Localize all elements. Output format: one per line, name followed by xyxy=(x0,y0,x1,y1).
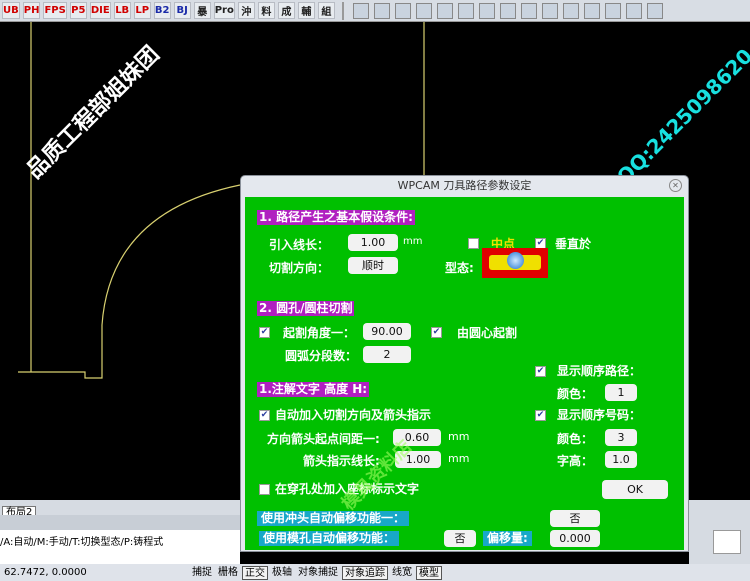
toolbar-separator xyxy=(341,1,344,20)
section3-header: 1.注解文字 高度 H: xyxy=(257,382,370,397)
auto-arrow-label: 自动加入切割方向及箭头指示 xyxy=(275,408,432,422)
dialog-title: WPCAM 刀具路径参数设定 xyxy=(397,179,532,192)
toolbar-tool-icon[interactable] xyxy=(394,2,411,19)
toolpath-params-dialog: WPCAM 刀具路径参数设定 ✕ 1. 路径产生之基本假设条件: 引入线长： 1.… xyxy=(240,175,689,552)
type-button[interactable] xyxy=(482,248,548,278)
punch-offset-label: 使用冲头自动偏移功能一： xyxy=(257,511,410,526)
auto-arrow-checkbox[interactable]: ✔ xyxy=(259,410,270,421)
start-angle-checkbox[interactable]: ✔ xyxy=(259,327,270,338)
toolbar-tool-icon[interactable] xyxy=(604,2,621,19)
toolbar-button[interactable]: Pro xyxy=(213,2,235,19)
toolbar-button[interactable]: 成 xyxy=(277,2,295,19)
status-toggle-button[interactable]: 正交 xyxy=(242,565,268,580)
midpoint-checkbox[interactable] xyxy=(468,238,479,249)
toolbar-button[interactable]: UB xyxy=(2,2,20,19)
toolbar-tool-icon[interactable] xyxy=(373,2,390,19)
toolbar-button[interactable]: 輔 xyxy=(297,2,315,19)
status-toggle-button[interactable]: 模型 xyxy=(416,565,442,580)
toolbar-tool-icon[interactable] xyxy=(541,2,558,19)
toolbar-tool-icon[interactable] xyxy=(478,2,495,19)
toolbar-button[interactable]: B2 xyxy=(153,2,171,19)
offset-amount-input[interactable]: 0.000 xyxy=(550,530,600,547)
toolbar-tool-icon[interactable] xyxy=(583,2,600,19)
layout-tabs-bar: 布局2 xyxy=(0,500,240,519)
toolbar-tool-icon[interactable] xyxy=(415,2,432,19)
status-toggle-button[interactable]: 线宽 xyxy=(390,566,414,580)
leadin-input[interactable]: 1.00 xyxy=(348,234,398,251)
command-line[interactable]: /A:自动/M:手动/T:切换型态/P:铸程式 xyxy=(0,530,240,564)
toolbar-tool-icon[interactable] xyxy=(457,2,474,19)
perpendicular-label: 垂直於 xyxy=(555,237,592,251)
toolbar-button[interactable]: 沖 xyxy=(237,2,255,19)
toolbar-tool-icon[interactable] xyxy=(499,2,516,19)
toolbar-button[interactable]: DIE xyxy=(89,2,111,19)
toolbar-button[interactable]: LP xyxy=(133,2,151,19)
status-toggle-button[interactable]: 栅格 xyxy=(216,566,240,580)
arrow-length-unit: mm xyxy=(448,452,470,465)
status-toggle-button[interactable]: 极轴 xyxy=(270,566,294,580)
color1-input[interactable]: 1 xyxy=(605,384,637,401)
toolbar-tool-icon[interactable] xyxy=(625,2,642,19)
toolbar-button[interactable]: 組 xyxy=(317,2,335,19)
text-height-label: 字高： xyxy=(557,454,594,468)
toolbar: UB PH FPS P5 DIE LB LP B2 BJ 暴 Pro 沖料成輔組 xyxy=(0,0,750,22)
from-center-label: 由圆心起割 xyxy=(457,326,518,340)
die-offset-button[interactable]: 否 xyxy=(444,530,476,547)
color2-label: 颜色： xyxy=(557,432,594,446)
toolbar-tool-icon[interactable] xyxy=(562,2,579,19)
close-icon[interactable]: ✕ xyxy=(669,179,682,192)
status-toggle-button[interactable]: 对象捕捉 xyxy=(296,566,340,580)
toolbar-button[interactable]: LB xyxy=(113,2,131,19)
color1-label: 颜色： xyxy=(557,387,594,401)
toolbar-tool-icon[interactable] xyxy=(436,2,453,19)
toolbar-button[interactable]: 料 xyxy=(257,2,275,19)
offset-amount-label: 偏移量: xyxy=(483,531,532,546)
die-offset-label: 使用模孔自动偏移功能： xyxy=(259,531,400,546)
toolbar-tool-icon[interactable] xyxy=(352,2,369,19)
show-number-checkbox[interactable]: ✔ xyxy=(535,410,546,421)
arc-segments-input[interactable]: 2 xyxy=(363,346,411,363)
show-path-checkbox[interactable]: ✔ xyxy=(535,366,546,377)
toolbar-button[interactable]: FPS xyxy=(43,2,67,19)
start-angle-label: 起割角度一： xyxy=(283,326,356,340)
punch-offset-button[interactable]: 否 xyxy=(550,510,600,527)
arrow-gap-unit: mm xyxy=(448,430,470,443)
toolbar-tool-icon[interactable] xyxy=(520,2,537,19)
coord-text-checkbox[interactable] xyxy=(259,484,270,495)
toolbar-button[interactable]: PH xyxy=(22,2,41,19)
leadin-label: 引入线长： xyxy=(269,238,330,252)
leadin-unit: mm xyxy=(403,236,423,247)
toolbar-tool-icon[interactable] xyxy=(646,2,663,19)
section2-header: 2. 圆孔/圆柱切割 xyxy=(257,301,355,316)
cut-direction-button[interactable]: 顺时 xyxy=(348,257,398,274)
ok-button[interactable]: OK xyxy=(602,480,668,499)
coordinates-readout: 62.7472, 0.0000 xyxy=(4,567,87,578)
show-path-label: 显示顺序路径： xyxy=(557,364,642,378)
status-bar: 62.7472, 0.0000 捕捉 栅格 正交 极轴 对象捕捉 对象追踪 线宽 模型 xyxy=(0,564,750,581)
from-center-checkbox[interactable]: ✔ xyxy=(431,327,442,338)
toolbar-button[interactable]: P5 xyxy=(69,2,87,19)
cut-direction-label: 切割方向： xyxy=(269,261,330,275)
status-toggle-button[interactable]: 对象追踪 xyxy=(342,565,388,580)
status-toggle-button[interactable]: 捕捉 xyxy=(190,566,214,580)
type-label: 型态: xyxy=(445,261,474,275)
color2-input[interactable]: 3 xyxy=(605,429,637,446)
toolbar-button[interactable]: BJ xyxy=(173,2,191,19)
show-number-label: 显示顺序号码： xyxy=(557,408,642,422)
type-icon xyxy=(507,252,524,269)
arrow-gap-label: 方向箭头起点间距一: xyxy=(267,432,380,446)
toolbar-button[interactable]: 暴 xyxy=(193,2,211,19)
section1-header: 1. 路径产生之基本假设条件: xyxy=(257,210,415,225)
start-angle-input[interactable]: 90.00 xyxy=(363,323,411,340)
arc-segments-label: 圆弧分段数： xyxy=(285,349,358,363)
text-height-input[interactable]: 1.0 xyxy=(605,451,637,468)
